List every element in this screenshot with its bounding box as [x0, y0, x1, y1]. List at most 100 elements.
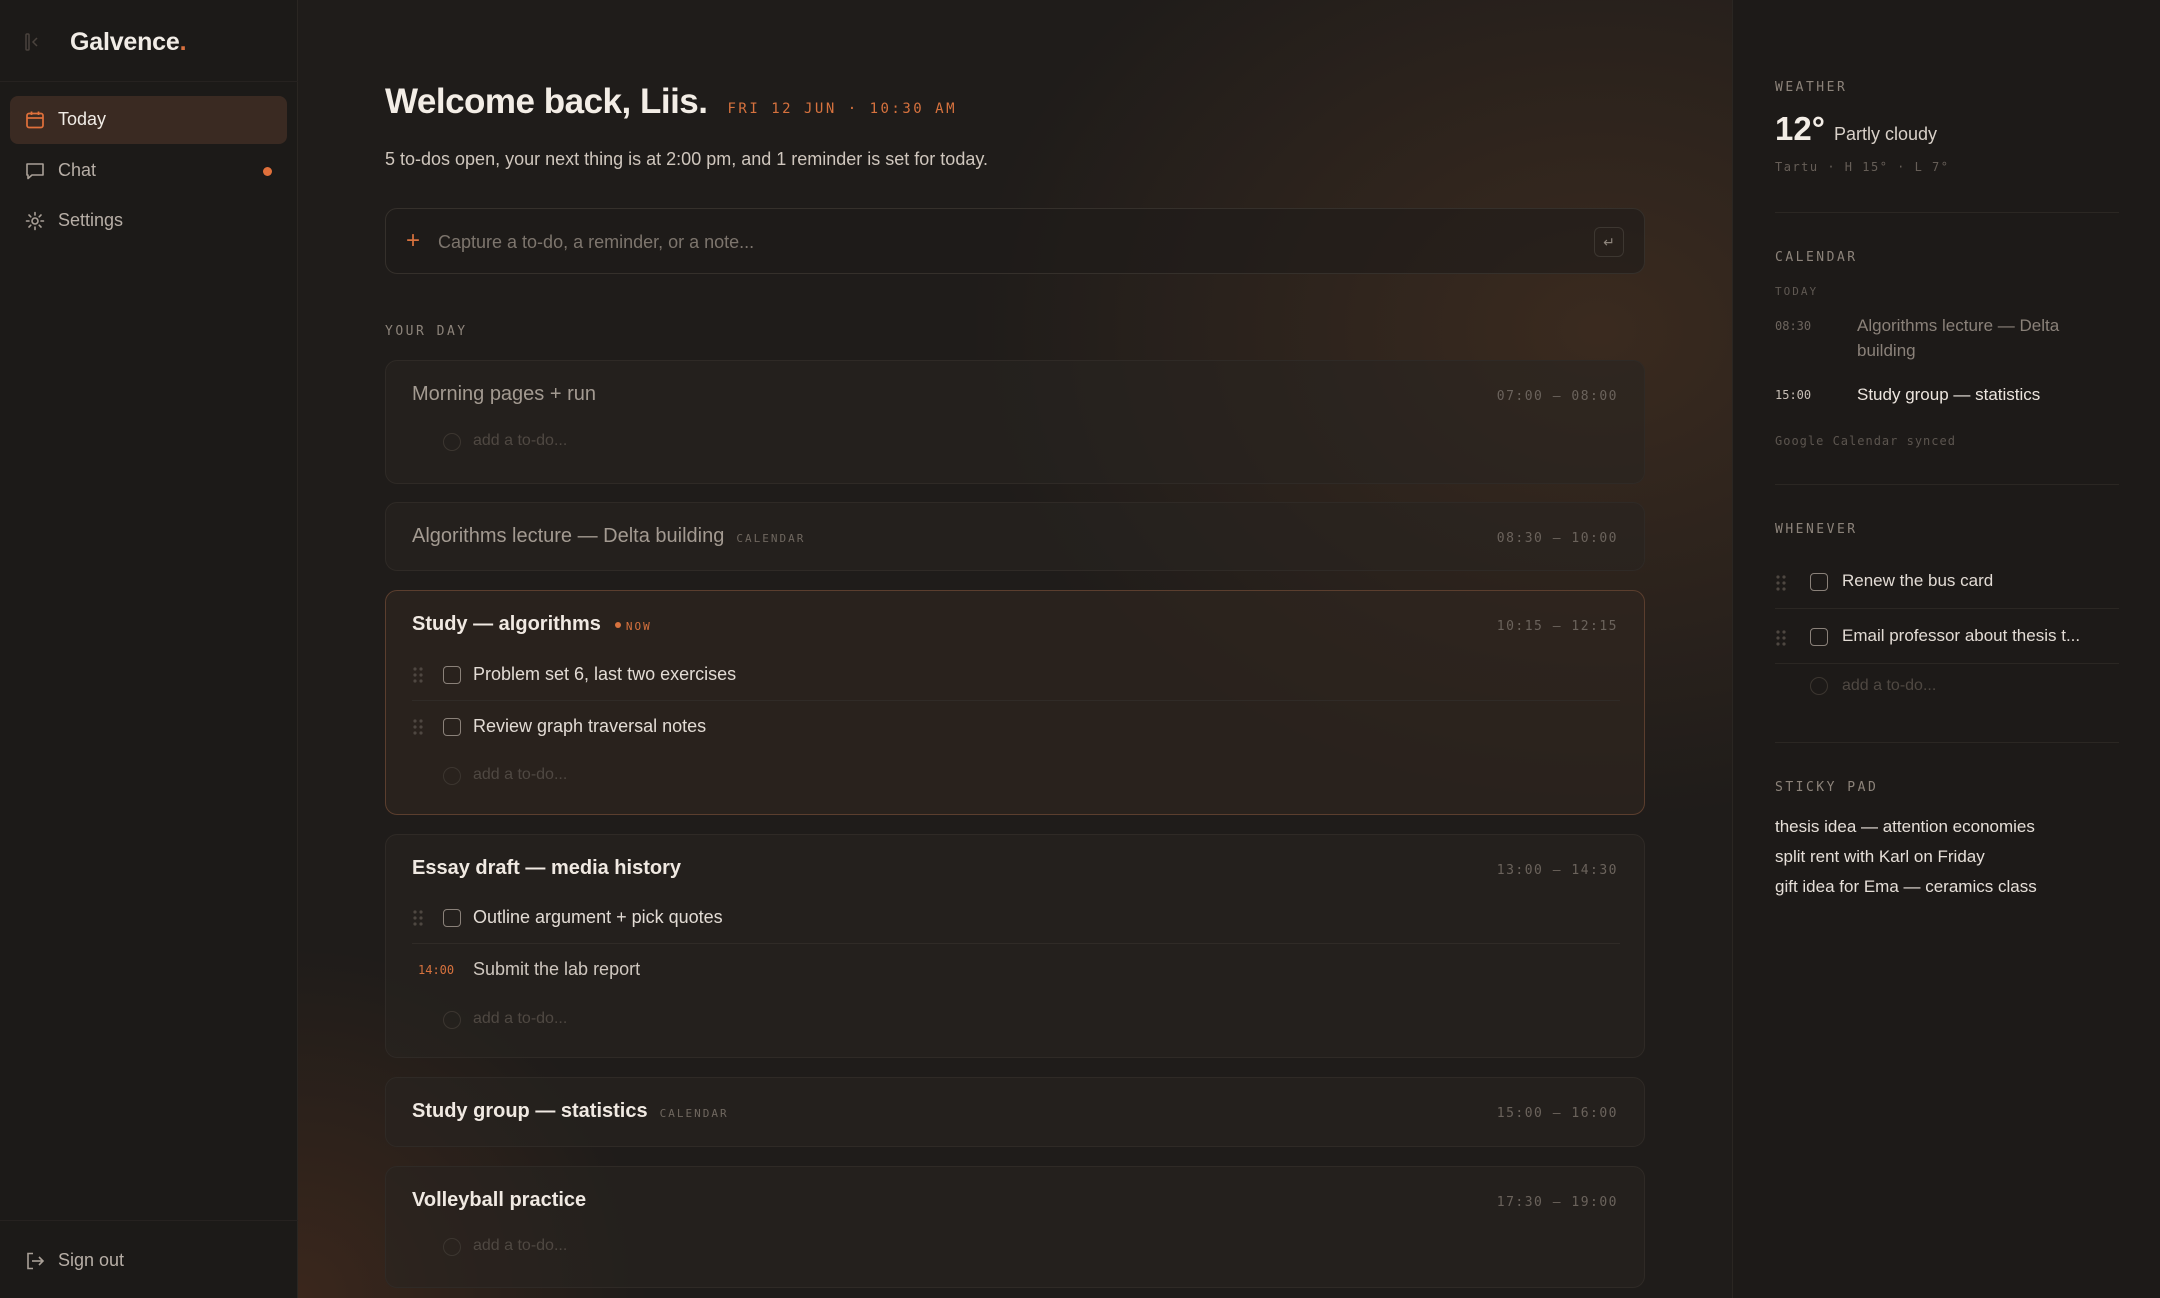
sticky-pad-label: STICKY PAD — [1775, 780, 1879, 795]
todo-item[interactable]: Review graph traversal notes — [412, 701, 1620, 753]
day-block[interactable]: Study group — statistics CALENDAR 15:00 –… — [385, 1077, 1645, 1147]
calendar-sync-status: Google Calendar synced — [1775, 434, 1956, 448]
todo-item[interactable]: Outline argument + pick quotes — [412, 892, 1620, 944]
weather-label: WEATHER — [1775, 80, 1848, 95]
todo-text: Review graph traversal notes — [473, 716, 707, 736]
block-time: 17:30 – 19:00 — [1496, 1195, 1618, 1210]
nav-label: Settings — [58, 210, 124, 230]
day-block[interactable]: Volleyball practice 17:30 – 19:00 add a … — [385, 1166, 1645, 1288]
block-title: Algorithms lecture — Delta building CALEN… — [412, 525, 806, 547]
reminder-item[interactable]: 14:00 Submit the lab report — [412, 944, 1620, 996]
block-title: Study — algorithms NOW — [412, 613, 652, 635]
weather-details: Tartu · H 15° · L 7° — [1775, 160, 1950, 174]
add-todo[interactable]: add a to-do... — [412, 1227, 812, 1267]
drag-handle-icon[interactable] — [412, 717, 424, 737]
divider — [1775, 742, 2119, 743]
calendar-event[interactable]: 08:30 Algorithms lecture — Delta buildin… — [1775, 313, 2119, 365]
block-title: Morning pages + run — [412, 383, 597, 405]
sidebar-footer: Sign out — [0, 1220, 298, 1298]
block-time: 10:15 – 12:15 — [1496, 619, 1618, 634]
add-todo-placeholder: add a to-do... — [473, 432, 568, 449]
greeting-row: Welcome back, Liis. FRI 12 JUN · 10:30 A… — [385, 82, 957, 122]
whenever-label: WHENEVER — [1775, 522, 1858, 537]
nav-item-settings[interactable]: Settings — [10, 197, 287, 245]
day-block[interactable]: Morning pages + run 07:00 – 08:00 add a … — [385, 360, 1645, 484]
chat-icon — [24, 160, 46, 182]
add-todo[interactable]: add a to-do... — [412, 422, 812, 462]
gear-icon — [24, 210, 46, 232]
drag-handle-icon[interactable] — [412, 908, 424, 928]
add-todo[interactable]: add a to-do... — [1775, 667, 2075, 707]
event-name: Algorithms lecture — Delta building — [1857, 316, 2060, 360]
add-todo[interactable]: add a to-do... — [412, 1000, 812, 1040]
reminder-text: Submit the lab report — [473, 959, 641, 979]
app: Galvence. Today Chat Settings Sign out W… — [0, 0, 2160, 1298]
nav-item-today[interactable]: Today — [10, 96, 287, 144]
block-time: 07:00 – 08:00 — [1496, 389, 1618, 404]
drag-handle-icon[interactable] — [1775, 628, 1787, 648]
drag-handle-icon[interactable] — [1775, 573, 1787, 593]
block-time: 13:00 – 14:30 — [1496, 863, 1618, 878]
page-title: Welcome back, Liis. — [385, 82, 708, 121]
sign-out-label: Sign out — [58, 1250, 125, 1270]
day-block[interactable]: Algorithms lecture — Delta building CALEN… — [385, 502, 1645, 571]
sticky-note-line[interactable]: thesis idea — attention economies — [1775, 817, 2035, 837]
capture-input[interactable] — [438, 227, 1538, 257]
day-block-current[interactable]: Study — algorithms NOW 10:15 – 12:15 Prob… — [385, 590, 1645, 815]
your-day-label: YOUR DAY — [385, 324, 468, 339]
day-summary: 5 to-dos open, your next thing is at 2:0… — [385, 149, 988, 169]
todo-checkbox[interactable] — [1810, 628, 1828, 646]
add-circle-icon — [443, 433, 461, 451]
whenever-item[interactable]: Email professor about thesis t... — [1775, 610, 2119, 664]
block-time: 15:00 – 16:00 — [1496, 1106, 1618, 1121]
reminder-time: 14:00 — [418, 963, 455, 977]
block-title: Essay draft — media history — [412, 857, 681, 879]
plus-icon: + — [406, 227, 421, 254]
add-circle-icon — [1810, 677, 1828, 695]
add-todo[interactable]: add a to-do... — [412, 756, 812, 796]
calendar-icon — [24, 109, 46, 131]
sticky-note-line[interactable]: split rent with Karl on Friday — [1775, 847, 1985, 867]
block-time: 08:30 – 10:00 — [1496, 531, 1618, 546]
current-datetime: FRI 12 JUN · 10:30 AM — [727, 101, 958, 117]
todo-item[interactable]: Problem set 6, last two exercises — [412, 649, 1620, 701]
event-time: 15:00 — [1775, 388, 1812, 402]
add-circle-icon — [443, 1238, 461, 1256]
todo-checkbox[interactable] — [443, 909, 461, 927]
drag-handle-icon[interactable] — [412, 665, 424, 685]
weather-temperature: 12° — [1775, 110, 1825, 147]
now-badge: NOW — [614, 620, 652, 633]
sign-out-button[interactable]: Sign out — [10, 1237, 287, 1285]
collapse-sidebar-icon[interactable] — [24, 32, 42, 52]
nav-item-chat[interactable]: Chat — [10, 147, 287, 195]
calendar-label: CALENDAR — [1775, 250, 1858, 265]
calendar-tag: CALENDAR — [736, 532, 806, 545]
event-name: Study group — statistics — [1857, 385, 2041, 404]
capture-box[interactable]: + ↵ — [385, 208, 1645, 274]
add-todo-placeholder: add a to-do... — [1842, 677, 1937, 694]
todo-checkbox[interactable] — [443, 718, 461, 736]
todo-text: Outline argument + pick quotes — [473, 907, 723, 927]
app-logo: Galvence. — [70, 28, 187, 56]
todo-checkbox[interactable] — [1810, 573, 1828, 591]
event-time: 08:30 — [1775, 319, 1812, 333]
calendar-event[interactable]: 15:00 Study group — statistics — [1775, 382, 2119, 410]
add-circle-icon — [443, 1011, 461, 1029]
day-block[interactable]: Essay draft — media history 13:00 – 14:3… — [385, 834, 1645, 1058]
calendar-tag: CALENDAR — [659, 1107, 729, 1120]
main-content: Welcome back, Liis. FRI 12 JUN · 10:30 A… — [298, 0, 1732, 1298]
add-todo-placeholder: add a to-do... — [473, 1237, 568, 1254]
block-title: Study group — statistics CALENDAR — [412, 1100, 729, 1122]
sticky-note-line[interactable]: gift idea for Ema — ceramics class — [1775, 877, 2037, 897]
todo-text: Renew the bus card — [1842, 571, 1994, 590]
sidebar: Galvence. Today Chat Settings Sign out — [0, 0, 298, 1298]
todo-checkbox[interactable] — [443, 666, 461, 684]
sign-out-icon — [24, 1250, 46, 1272]
calendar-today-label: TODAY — [1775, 285, 1819, 298]
enter-key-icon[interactable]: ↵ — [1594, 227, 1624, 257]
brand-header: Galvence. — [0, 0, 298, 82]
divider — [1775, 484, 2119, 485]
add-todo-placeholder: add a to-do... — [473, 1010, 568, 1027]
nav-label: Chat — [58, 160, 97, 180]
whenever-item[interactable]: Renew the bus card — [1775, 555, 2119, 609]
